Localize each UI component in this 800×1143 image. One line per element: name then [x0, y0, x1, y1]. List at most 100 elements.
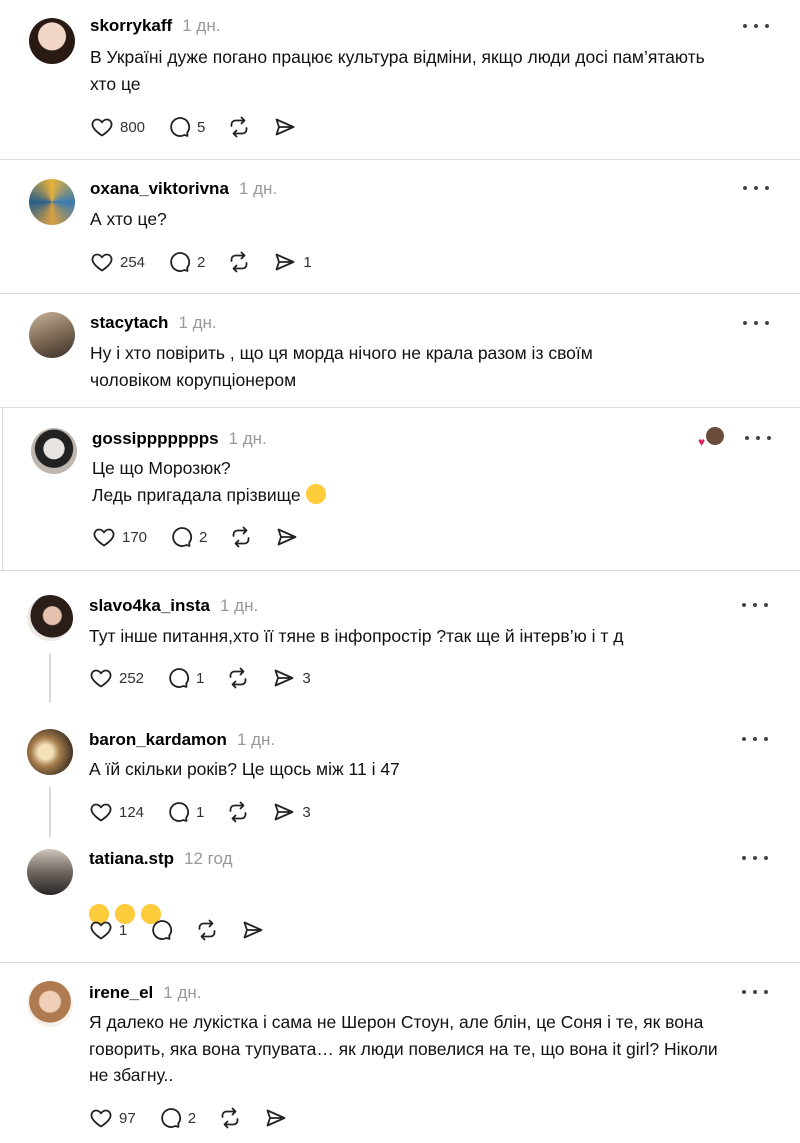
username[interactable]: baron_kardamon — [89, 730, 227, 749]
post: gossippppppps 1 дн. ♥ Це що Морозюк? Ледь… — [0, 408, 800, 571]
username[interactable]: slavo4ka_insta — [89, 596, 210, 615]
heart-icon: ♥ — [698, 435, 706, 449]
comment-icon — [166, 800, 190, 824]
timestamp[interactable]: 1 дн. — [182, 16, 220, 35]
heart-icon — [90, 250, 114, 274]
reply-button[interactable]: 2 — [167, 250, 205, 274]
heart-icon — [89, 666, 113, 690]
repost-button[interactable] — [227, 250, 251, 274]
share-count: 3 — [302, 669, 311, 687]
liked-by-indicator[interactable]: ♥ — [698, 427, 726, 449]
like-button[interactable]: 124 — [89, 800, 144, 824]
repost-button[interactable] — [227, 115, 251, 139]
username[interactable]: gossippppppps — [92, 429, 219, 448]
reply-button[interactable]: 2 — [158, 1106, 196, 1130]
share-button[interactable]: 1 — [273, 250, 312, 274]
avatar[interactable] — [29, 179, 75, 225]
heart-icon — [90, 115, 114, 139]
share-button[interactable] — [241, 918, 265, 942]
avatar[interactable] — [27, 729, 73, 775]
avatar[interactable] — [27, 981, 73, 1027]
username-row: baron_kardamon 1 дн. — [89, 730, 275, 750]
timestamp[interactable]: 1 дн. — [237, 730, 275, 749]
username-row: oxana_viktorivna 1 дн. — [90, 179, 277, 199]
action-bar: 124 1 3 — [89, 798, 333, 826]
more-icon[interactable] — [743, 184, 769, 192]
avatar — [706, 427, 724, 445]
reply-button[interactable]: 1 — [166, 666, 204, 690]
grinning-sweat-emoji — [305, 483, 326, 504]
timestamp[interactable]: 1 дн. — [239, 179, 277, 198]
repost-button[interactable] — [229, 525, 253, 549]
timestamp[interactable]: 1 дн. — [220, 596, 258, 615]
post: tatiana.stp 12 год 1 — [0, 839, 800, 963]
more-icon[interactable] — [742, 601, 768, 609]
send-icon — [272, 666, 296, 690]
repost-button[interactable] — [226, 800, 250, 824]
reply-button[interactable]: 2 — [169, 525, 207, 549]
like-button[interactable]: 1 — [89, 918, 127, 942]
username[interactable]: tatiana.stp — [89, 849, 174, 868]
avatar[interactable] — [31, 428, 77, 474]
repost-button[interactable] — [218, 1106, 242, 1130]
share-button[interactable] — [273, 115, 297, 139]
like-count: 170 — [122, 528, 148, 546]
avatar[interactable] — [27, 595, 73, 641]
like-count: 254 — [120, 253, 146, 271]
like-button[interactable]: 170 — [92, 525, 147, 549]
username-row: irene_el 1 дн. — [89, 983, 201, 1003]
username[interactable]: irene_el — [89, 983, 153, 1002]
like-button[interactable]: 97 — [89, 1106, 136, 1130]
timestamp[interactable]: 1 дн. — [178, 313, 216, 332]
like-button[interactable]: 254 — [90, 250, 145, 274]
username-row: gossippppppps 1 дн. — [92, 429, 267, 449]
share-button[interactable]: 3 — [272, 666, 311, 690]
share-button[interactable]: 3 — [272, 800, 311, 824]
timestamp[interactable]: 1 дн. — [163, 983, 201, 1002]
like-button[interactable]: 800 — [90, 115, 145, 139]
reply-button[interactable]: 1 — [166, 800, 204, 824]
post: irene_el 1 дн. Я далеко не лукістка і сам… — [0, 963, 800, 1143]
more-icon[interactable] — [742, 735, 768, 743]
post-text: А їй скільки років? Це щось між 11 і 47 — [89, 759, 400, 779]
action-bar: 97 2 — [89, 1104, 310, 1132]
timestamp[interactable]: 12 год — [184, 849, 232, 868]
comment-icon — [167, 250, 191, 274]
share-count: 1 — [303, 253, 312, 271]
more-icon[interactable] — [743, 22, 769, 30]
like-button[interactable]: 252 — [89, 666, 144, 690]
username[interactable]: stacytach — [90, 313, 168, 332]
reply-count: 1 — [196, 669, 205, 687]
timestamp[interactable]: 1 дн. — [229, 429, 267, 448]
send-icon — [275, 525, 299, 549]
share-button[interactable] — [264, 1106, 288, 1130]
post: skorrykaff 1 дн. В Україні дуже погано пр… — [0, 0, 800, 160]
more-icon[interactable] — [742, 854, 768, 862]
reply-count: 5 — [197, 118, 206, 136]
more-icon[interactable] — [743, 319, 769, 327]
username[interactable]: skorrykaff — [90, 16, 172, 35]
username-row: stacytach 1 дн. — [90, 313, 217, 333]
reply-count: 2 — [187, 1109, 197, 1127]
more-icon[interactable] — [742, 988, 768, 996]
post-text: В Україні дуже погано працює культура ві… — [90, 47, 705, 94]
share-button[interactable] — [275, 525, 299, 549]
comment-icon — [158, 1106, 182, 1130]
more-icon[interactable] — [745, 434, 771, 442]
repost-button[interactable] — [226, 666, 250, 690]
like-count: 124 — [119, 803, 145, 821]
avatar[interactable] — [27, 849, 73, 895]
action-bar: 254 2 1 — [90, 248, 334, 276]
post-text: Це що Морозюк? Ледь пригадала прізвище — [92, 455, 782, 508]
post: stacytach 1 дн. Ну і хто повірить , що ця… — [0, 294, 800, 408]
reply-button[interactable]: 5 — [167, 115, 205, 139]
reply-button[interactable] — [149, 918, 173, 942]
avatar[interactable] — [29, 312, 75, 358]
username[interactable]: oxana_viktorivna — [90, 179, 229, 198]
repost-icon — [227, 115, 251, 139]
comment-icon — [149, 918, 173, 942]
avatar[interactable] — [29, 18, 75, 64]
like-count: 1 — [119, 921, 128, 939]
heart-icon — [92, 525, 116, 549]
repost-button[interactable] — [195, 918, 219, 942]
